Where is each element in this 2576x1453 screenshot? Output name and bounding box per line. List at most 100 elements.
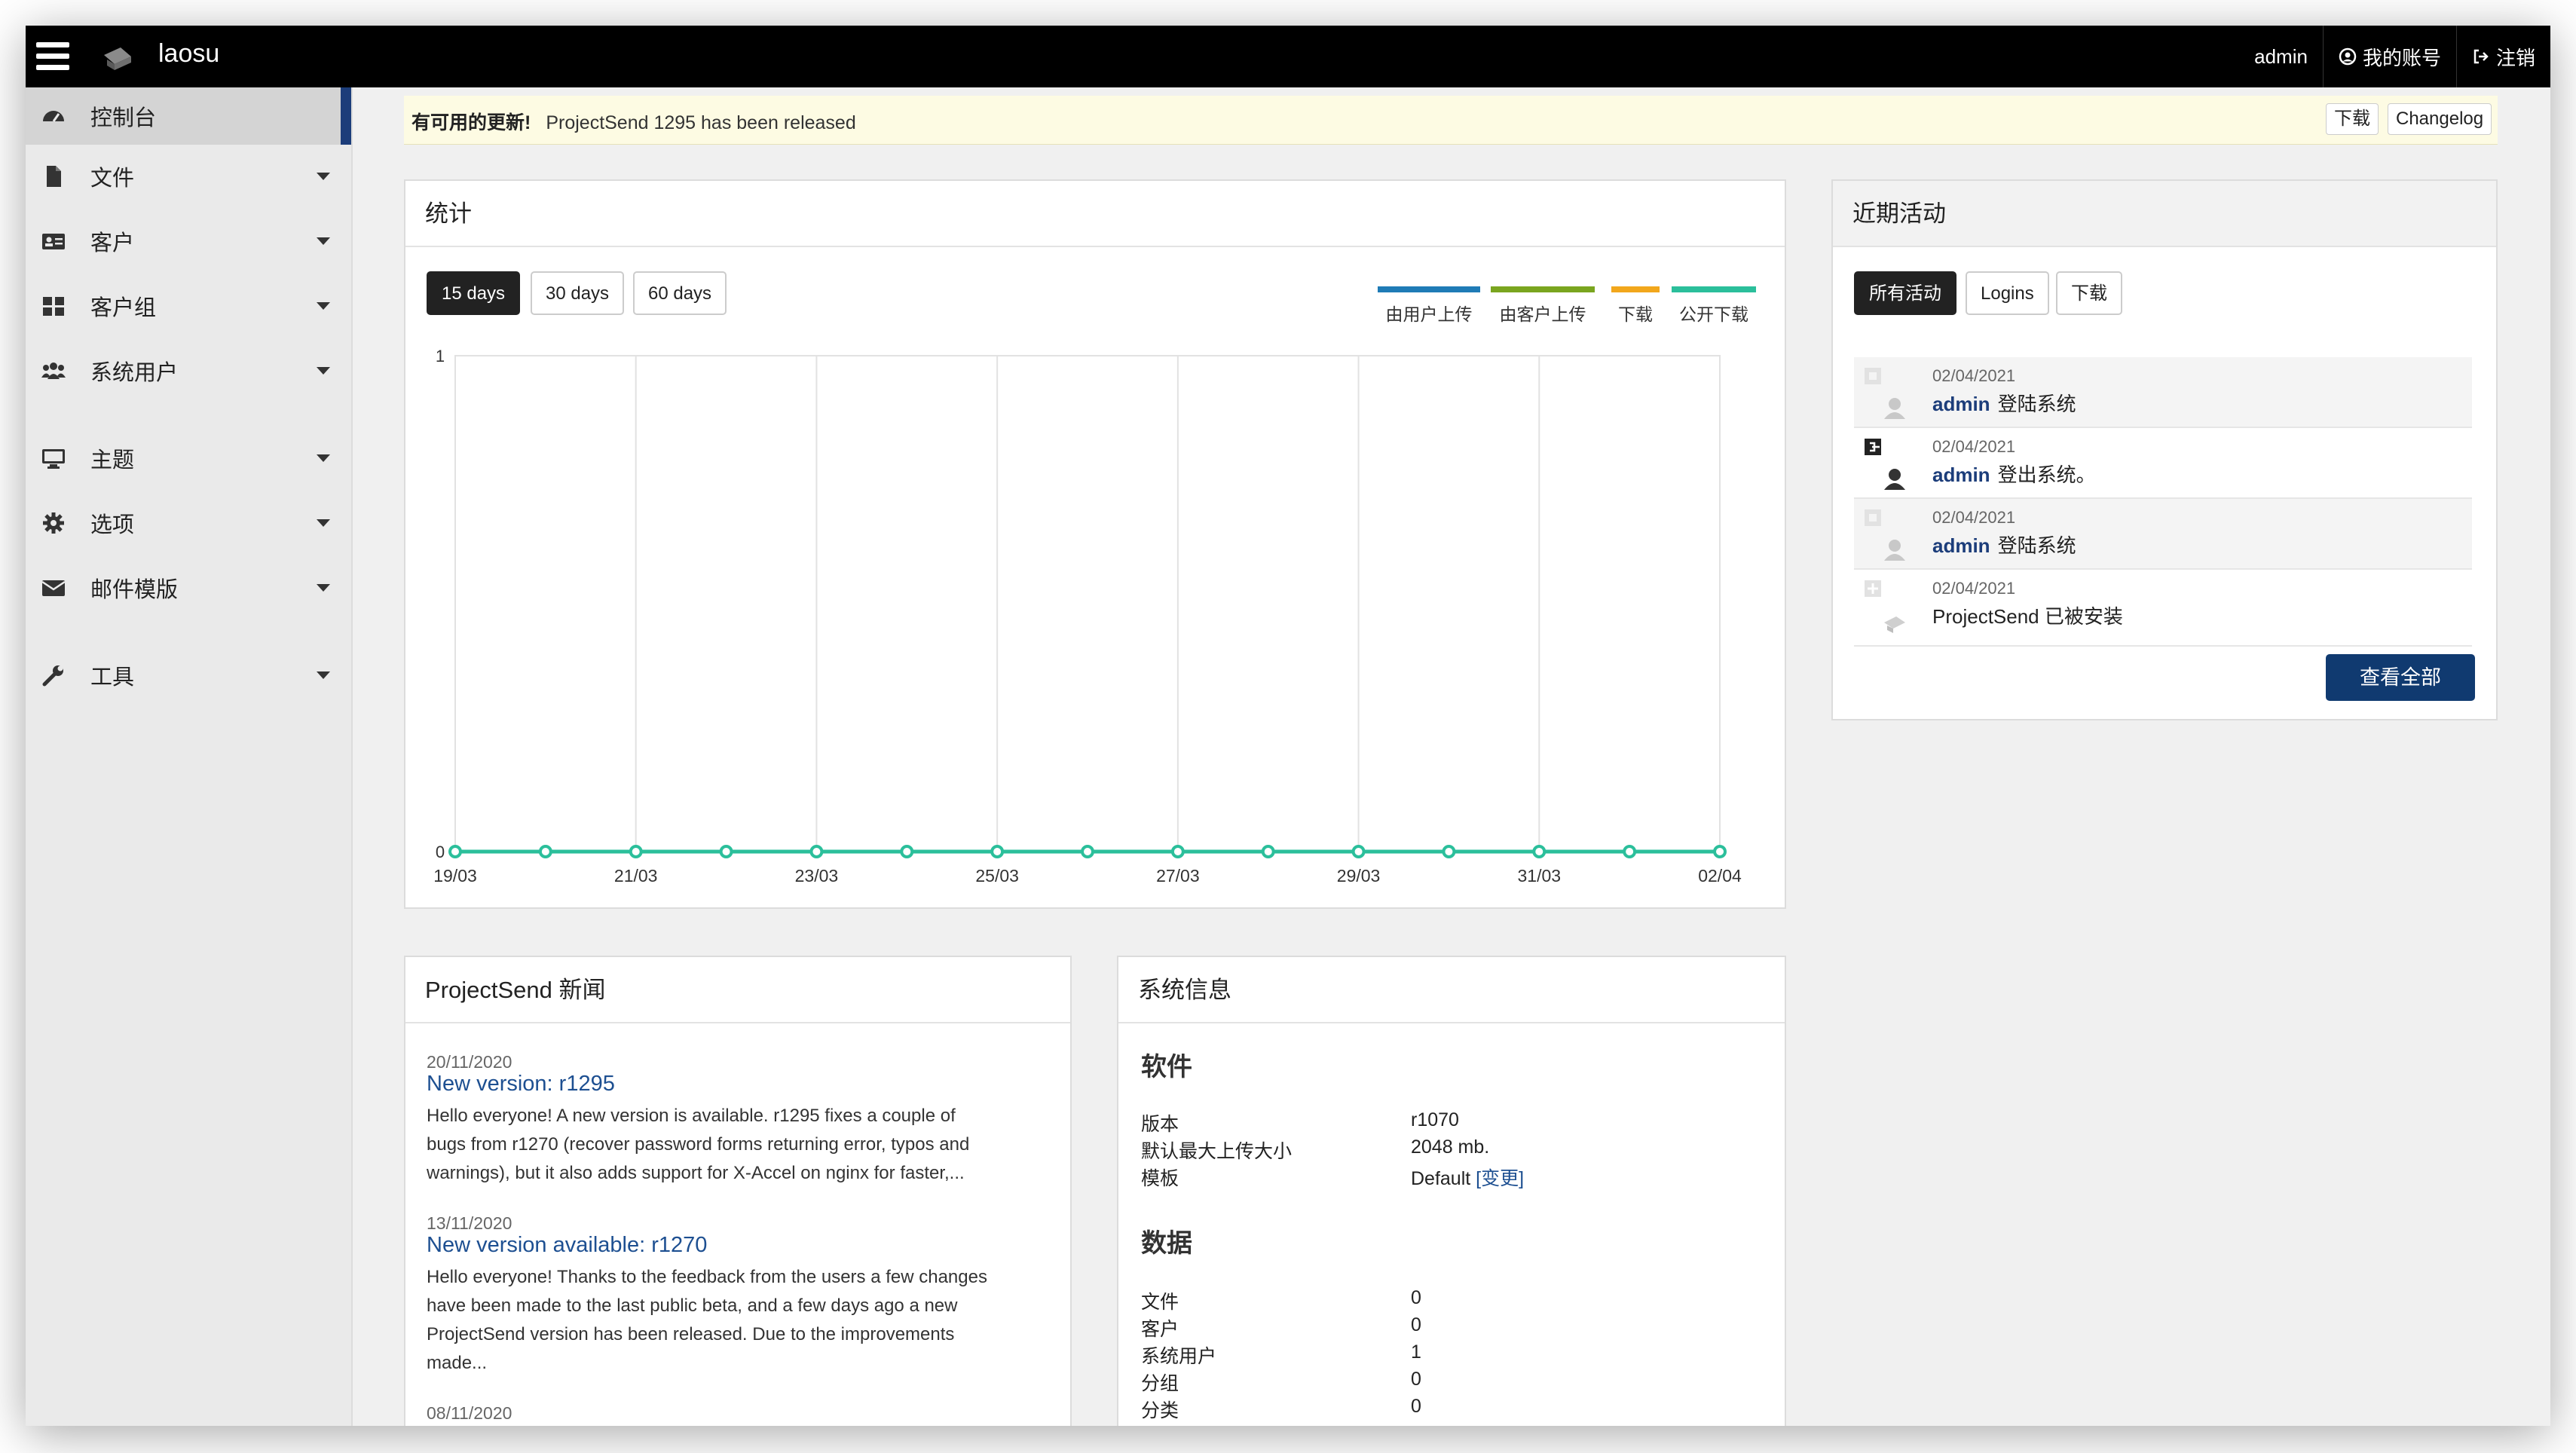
activity-user-link[interactable]: admin [1932,534,1990,557]
grid-icon [43,297,64,316]
id-card-icon [42,234,65,249]
news-panel: ProjectSend 新闻 20/11/2020 New version: r… [404,956,1072,1426]
menu-toggle-icon[interactable] [35,41,72,72]
x-tick-label: 29/03 [1337,866,1381,886]
update-message: ProjectSend 1295 has been released [546,112,856,133]
news-item-link[interactable]: New version: r1295 [427,1072,615,1097]
sidebar-item-label: 控制台 [90,106,157,130]
info-value: 0 [1411,1287,1421,1308]
activity-user-link[interactable]: admin [1932,393,1990,415]
info-value: r1070 [1411,1109,1459,1130]
user-login-icon [1865,368,1905,419]
sidebar-item-tools[interactable]: 工具 [26,647,351,704]
data-point [1351,845,1366,858]
news-excerpt: Hello everyone! A new version is availab… [427,1102,1045,1188]
info-label: 客户 [1141,1319,1179,1340]
sidebar-item-label: 客户 [90,231,135,255]
news-excerpt-line: Hello everyone! A new version is availab… [427,1106,956,1126]
sidebar-item-options[interactable]: 选项 [26,494,351,552]
my-account-label: 我的账号 [2362,46,2441,69]
info-label: 版本 [1141,1114,1179,1135]
plot-frame [454,355,1721,852]
user-circle-icon [2339,47,2357,66]
sidebar-item-clients[interactable]: 客户 [26,213,351,270]
dashboard-icon [43,111,64,122]
tab-downloads[interactable]: 下载 [2056,271,2122,315]
data-point [719,845,733,858]
activity-text: admin 登陆系统 [1932,389,2076,417]
sidebar-item-label: 邮件模版 [90,578,179,602]
sidebar-item-files[interactable]: 文件 [26,148,351,205]
chevron-down-icon [317,671,330,679]
tab-all-activity[interactable]: 所有活动 [1854,271,1956,315]
update-title: 有可用的更新! [411,112,531,133]
changelog-button[interactable]: Changelog [2388,103,2492,135]
data-section-title: 数据 [1141,1229,1192,1258]
x-tick-label: 25/03 [975,866,1019,886]
sidebar-item-client-groups[interactable]: 客户组 [26,277,351,335]
sidebar-item-themes[interactable]: 主题 [26,430,351,487]
statistics-line-chart: 0 1 19/03 21/03 23/03 25/03 27/03 29/03 31/03 02/… [433,347,1742,886]
data-point [1261,845,1275,858]
logout-link[interactable]: 注销 [2455,26,2550,87]
sidebar-item-label: 系统用户 [90,361,179,385]
sidebar-item-dashboard[interactable]: 控制台 [26,87,351,145]
chevron-down-icon [317,302,330,310]
data-point [538,845,552,858]
change-template-link[interactable]: [变更] [1476,1168,1524,1189]
activity-row: 02/04/2021 ProjectSend 已被安装 [1854,570,2472,647]
activity-row: 02/04/2021 admin 登陆系统 [1854,499,2472,570]
sidebar-item-system-users[interactable]: 系统用户 [26,342,351,399]
tab-logins[interactable]: Logins [1966,271,2049,315]
update-text: 有可用的更新! ProjectSend 1295 has been release… [411,108,856,135]
data-point [1170,845,1185,858]
info-value: 1 [1411,1341,1421,1363]
data-point [990,845,1005,858]
activity-row: 02/04/2021 admin 登出系统。 [1854,428,2472,499]
news-date: 20/11/2020 [427,1052,512,1072]
chevron-down-icon [317,584,330,592]
activity-action: 登陆系统 [1997,534,2076,557]
my-account-link[interactable]: 我的账号 [2322,26,2456,87]
activity-date: 02/04/2021 [1932,366,2016,385]
brand-name[interactable]: laosu [158,39,219,69]
info-label: 模板 [1141,1168,1179,1189]
sidebar: 控制台 文件 客户 客户组 系统用户 主题 选项 邮件模版 工具 [26,87,353,1426]
users-icon [41,362,66,379]
software-section-title: 软件 [1141,1053,1192,1081]
browser-window: laosu admin 我的账号 注销 控制台 文件 客户 客户组 系统用户 主… [26,26,2550,1426]
chevron-down-icon [317,454,330,462]
top-bar: laosu admin 我的账号 注销 [26,26,2550,87]
chevron-down-icon [317,237,330,245]
info-value: 0 [1411,1314,1421,1335]
sidebar-item-label: 文件 [90,167,135,191]
chevron-down-icon [317,367,330,375]
news-excerpt-line: warnings), but it also adds support for … [427,1163,965,1183]
sidebar-item-label: 客户组 [90,296,157,320]
template-name: Default [1411,1168,1471,1189]
user-login-icon [1865,509,1905,561]
data-point [629,845,643,858]
data-point [1081,845,1094,858]
sidebar-item-email-templates[interactable]: 邮件模版 [26,559,351,616]
data-point [809,845,824,858]
system-info-title: 系统信息 [1118,957,1785,1023]
news-excerpt-line: bugs from r1270 (recover password forms … [427,1134,970,1155]
data-point [900,845,914,858]
user-logout-icon [1865,439,1905,490]
data-point [1713,845,1727,858]
news-item-link[interactable]: New version available: r1270 [427,1233,707,1258]
update-download-button[interactable]: 下载 [2326,103,2379,135]
activity-date: 02/04/2021 [1932,437,2016,456]
top-right-menu: admin 我的账号 注销 [2239,26,2550,87]
activity-row: 02/04/2021 admin 登陆系统 [1854,357,2472,428]
view-all-button[interactable]: 查看全部 [2326,654,2475,701]
info-label: 默认最大上传大小 [1141,1141,1293,1162]
sidebar-item-label: 主题 [90,448,135,473]
activity-user-link[interactable]: admin [1932,463,1990,486]
info-value-template: Default [变更] [1411,1164,1524,1191]
file-icon [47,166,61,187]
x-tick-label: 23/03 [795,866,839,886]
update-banner: 有可用的更新! ProjectSend 1295 has been release… [404,96,2498,145]
recent-activity-panel: 近期活动 所有活动 Logins 下载 02/04/2021 admin 登陆系统… [1831,179,2498,720]
